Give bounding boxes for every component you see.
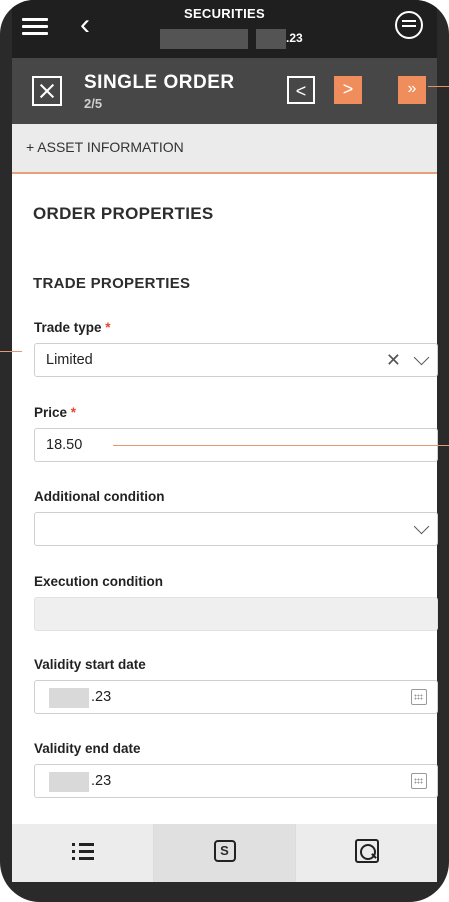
price-label: Price * bbox=[34, 405, 77, 420]
execution-condition-label: Execution condition bbox=[34, 574, 164, 589]
main-content: + ASSET INFORMATION ORDER PROPERTIES TRA… bbox=[12, 124, 449, 824]
calendar-icon[interactable] bbox=[411, 689, 427, 705]
additional-condition-select[interactable] bbox=[34, 512, 438, 546]
top-bar: ‹ SECURITIES .23 bbox=[12, 0, 437, 58]
app-title: SECURITIES bbox=[183, 6, 265, 21]
tab-search[interactable] bbox=[296, 824, 437, 882]
callout-line bbox=[0, 351, 22, 352]
redacted-block bbox=[49, 772, 89, 792]
redacted-block bbox=[256, 29, 286, 49]
price-value: 18.50 bbox=[46, 437, 83, 453]
next-button[interactable]: > bbox=[334, 76, 362, 104]
execution-condition-field bbox=[34, 597, 438, 631]
clear-icon[interactable]: ✕ bbox=[386, 350, 401, 371]
bottom-tab-bar: S bbox=[12, 824, 437, 882]
coin-icon[interactable] bbox=[395, 11, 423, 39]
section-title-order-properties: ORDER PROPERTIES bbox=[33, 204, 214, 223]
order-step: 2/5 bbox=[84, 96, 103, 111]
last-step-button[interactable]: » bbox=[398, 76, 426, 104]
close-icon[interactable] bbox=[32, 76, 62, 106]
callout-line bbox=[428, 86, 449, 87]
search-icon bbox=[354, 839, 379, 863]
redacted-block bbox=[160, 29, 248, 49]
price-input[interactable]: 18.50 bbox=[34, 428, 449, 462]
prev-button[interactable]: < bbox=[287, 76, 315, 104]
trade-type-select[interactable]: Limited ✕ bbox=[34, 343, 438, 377]
trade-type-label: Trade type * bbox=[34, 320, 111, 335]
asset-information-label: + ASSET INFORMATION bbox=[26, 139, 184, 155]
callout-line bbox=[113, 445, 449, 446]
tab-list[interactable] bbox=[12, 824, 154, 882]
section-title-trade-properties: TRADE PROPERTIES bbox=[33, 275, 191, 292]
top-value: .23 bbox=[286, 31, 303, 45]
validity-end-label: Validity end date bbox=[34, 741, 141, 756]
required-mark: * bbox=[105, 320, 111, 335]
order-title: SINGLE ORDER bbox=[84, 72, 235, 93]
asset-information-toggle[interactable]: + ASSET INFORMATION bbox=[12, 124, 437, 174]
calendar-icon[interactable] bbox=[411, 773, 427, 789]
s-icon: S bbox=[213, 840, 236, 862]
validity-start-label: Validity start date bbox=[34, 657, 146, 672]
validity-start-value: .23 bbox=[91, 689, 112, 705]
tab-securities[interactable]: S bbox=[154, 824, 296, 882]
validity-end-value: .23 bbox=[91, 773, 112, 789]
order-header: SINGLE ORDER 2/5 < > » bbox=[12, 58, 449, 124]
trade-type-value: Limited bbox=[46, 352, 93, 368]
redacted-block bbox=[49, 688, 89, 708]
chevron-down-icon[interactable] bbox=[413, 518, 430, 535]
chevron-down-icon[interactable] bbox=[413, 349, 430, 366]
required-mark: * bbox=[70, 405, 77, 420]
phone-frame: ‹ SECURITIES .23 SINGLE ORDER 2/5 < > » … bbox=[0, 0, 449, 902]
list-icon bbox=[71, 843, 94, 861]
validity-start-input[interactable]: .23 bbox=[34, 680, 438, 714]
validity-end-input[interactable]: .23 bbox=[34, 764, 438, 798]
additional-condition-label: Additional condition bbox=[34, 489, 165, 504]
